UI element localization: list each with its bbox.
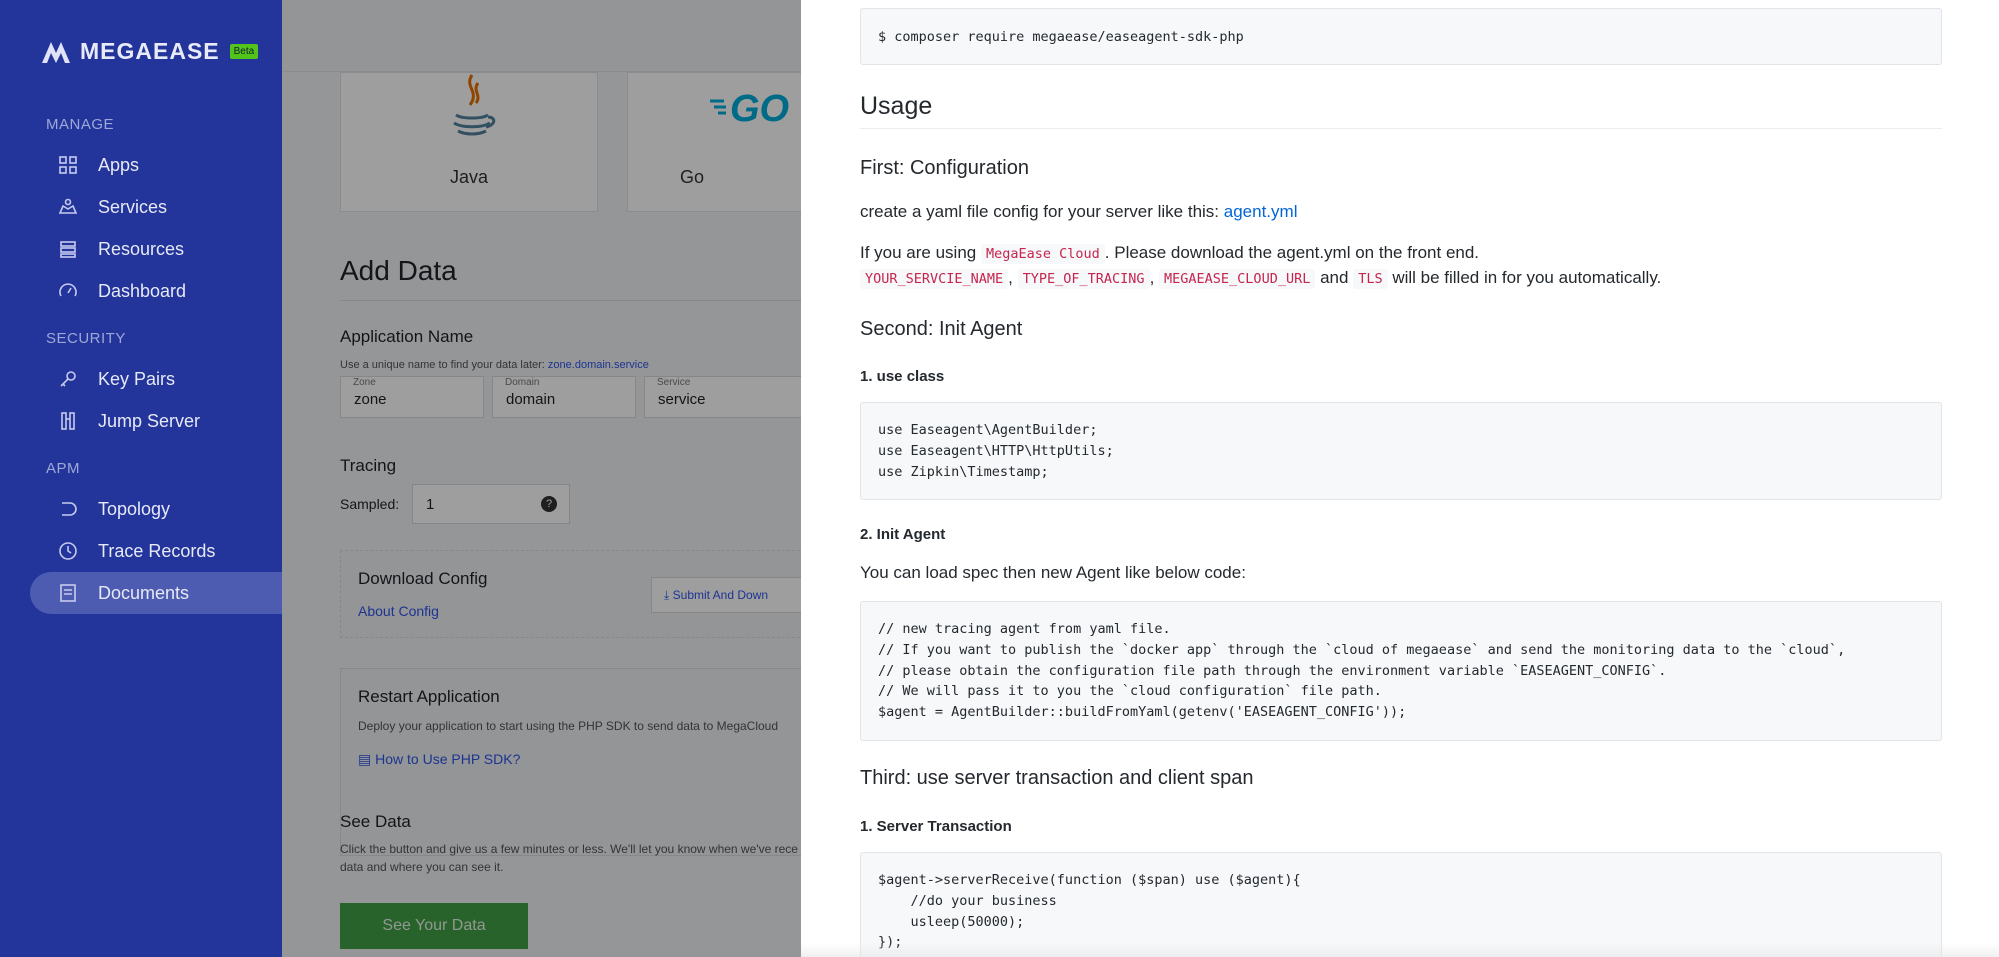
topology-icon [58, 499, 78, 519]
key-icon [58, 369, 78, 389]
sidebar-item-services[interactable]: Services [30, 186, 282, 228]
sidebar-item-resources[interactable]: Resources [30, 228, 282, 270]
download-config-panel: Download Config About Config ⤓ Submit An… [340, 550, 821, 638]
inline-code: TYPE_OF_TRACING [1017, 269, 1150, 289]
cloud-text: If you are using MegaEase Cloud. Please … [860, 243, 1480, 264]
application-name-hint: Use a unique name to find your data late… [340, 359, 649, 371]
sidebar: MEGAEASE Beta MANAGE Apps Services Resou… [0, 0, 282, 957]
download-config-title: Download Config [358, 569, 488, 588]
server-transaction-code: $agent->serverReceive(function ($span) u… [860, 852, 1942, 957]
first-configuration-heading: First: Configuration [860, 157, 1029, 179]
sidebar-item-label: Documents [98, 582, 190, 603]
language-card-go[interactable]: GO Go [627, 72, 817, 212]
sampled-label: Sampled: [340, 496, 400, 512]
sidebar-item-topology[interactable]: Topology [30, 488, 282, 530]
use-class-code: use Easeagent\AgentBuilder; use Easeagen… [860, 402, 1942, 500]
see-data-desc-1: Click the button and give us a few minut… [340, 842, 798, 856]
inline-code: MegaEase Cloud [980, 244, 1105, 264]
see-your-data-button[interactable]: See Your Data [340, 903, 528, 949]
restart-desc: Deploy your application to start using t… [358, 719, 779, 733]
dashboard-icon [58, 281, 78, 301]
application-name-label: Application Name [340, 327, 474, 346]
services-icon [58, 197, 78, 217]
zone-field[interactable]: Zone zone [340, 376, 484, 418]
sidebar-item-label: Services [98, 196, 168, 217]
init-agent-heading: 2. Init Agent [860, 526, 946, 543]
inline-code: MEGAEASE_CLOUD_URL [1159, 269, 1316, 289]
sidebar-item-apps[interactable]: Apps [30, 144, 282, 186]
sidebar-item-dashboard[interactable]: Dashboard [30, 270, 282, 312]
section-apm: APM [46, 460, 81, 477]
example-name-link[interactable]: zone.domain.service [548, 359, 649, 371]
domain-field[interactable]: Domain domain [492, 376, 636, 418]
sampled-input[interactable]: 1 ? [412, 484, 570, 524]
add-data-title: Add Data [340, 255, 457, 286]
sidebar-item-label: Jump Server [98, 410, 201, 431]
inline-code: TLS [1353, 269, 1388, 289]
install-command-code: $ composer require megaease/easeagent-sd… [860, 8, 1942, 65]
use-class-heading: 1. use class [860, 368, 945, 385]
section-security: SECURITY [46, 330, 126, 347]
language-label: Java [449, 167, 489, 187]
init-agent-text: You can load spec then new Agent like be… [860, 563, 1246, 582]
sidebar-item-documents[interactable]: Documents [30, 572, 282, 614]
init-agent-code: // new tracing agent from yaml file. // … [860, 601, 1942, 741]
server-transaction-heading: 1. Server Transaction [860, 818, 1012, 835]
download-icon: ⤓ [664, 588, 670, 602]
section-manage: MANAGE [46, 116, 115, 133]
logo[interactable]: MEGAEASE Beta [40, 38, 259, 65]
grid-icon [58, 155, 78, 175]
third-heading: Third: use server transaction and client… [860, 767, 1254, 789]
about-config-link[interactable]: About Config [358, 603, 439, 619]
submit-download-button[interactable]: ⤓ Submit And Down [651, 577, 821, 613]
tracing-label: Tracing [340, 456, 397, 475]
svg-text:GO: GO [730, 88, 789, 127]
first-configuration-text: create a yaml file config for your serve… [860, 202, 1298, 221]
agent-yml-link[interactable]: agent.yml [1224, 202, 1298, 221]
service-field[interactable]: Service service [644, 376, 804, 418]
sidebar-item-label: Resources [98, 238, 185, 259]
restart-title: Restart Application [358, 687, 500, 706]
divider [340, 300, 802, 301]
sidebar-item-trace-records[interactable]: Trace Records [30, 530, 282, 572]
logo-text: MEGAEASE [80, 38, 220, 64]
document-icon [58, 583, 78, 603]
sidebar-item-label: Key Pairs [98, 368, 176, 389]
megaease-logo-icon [42, 41, 70, 63]
see-data-desc-2: data and where you can see it. [340, 860, 504, 874]
document-icon: ▤ [358, 751, 372, 767]
sidebar-item-label: Topology [98, 498, 171, 519]
sidebar-item-jump-server[interactable]: Jump Server [30, 400, 282, 442]
sidebar-item-label: Apps [98, 154, 140, 175]
beta-badge: Beta [229, 44, 259, 59]
language-card-java[interactable]: Java [340, 72, 598, 212]
main-content: Java GO Go Add Data Application Name Use… [282, 72, 821, 957]
how-to-link[interactable]: ▤ How to Use PHP SDK? [358, 751, 520, 768]
sidebar-item-key-pairs[interactable]: Key Pairs [30, 358, 282, 400]
clock-icon [58, 541, 78, 561]
vars-text: YOUR_SERVCIE_NAME, TYPE_OF_TRACING, MEGA… [860, 268, 1661, 289]
usage-heading: Usage [860, 92, 933, 120]
help-icon[interactable]: ? [541, 496, 557, 512]
sidebar-item-label: Dashboard [98, 280, 187, 301]
language-label: Go [679, 167, 704, 187]
sidebar-item-label: Trace Records [98, 540, 216, 561]
resources-icon [58, 239, 78, 259]
documentation-drawer: $ composer require megaease/easeagent-sd… [801, 0, 1999, 957]
see-data-title: See Data [340, 812, 411, 831]
inline-code: YOUR_SERVCIE_NAME [860, 269, 1009, 289]
jump-server-icon [58, 411, 78, 431]
scroll-fade [801, 943, 1999, 957]
second-init-agent-heading: Second: Init Agent [860, 318, 1023, 340]
usage-divider [860, 128, 1942, 129]
java-icon [453, 74, 496, 136]
